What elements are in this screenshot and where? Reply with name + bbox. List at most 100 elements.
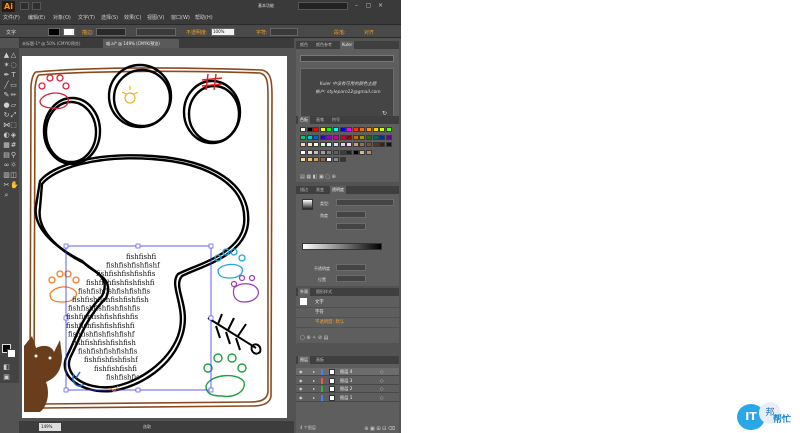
direct-selection-tool-icon[interactable]: △	[10, 52, 17, 59]
color-swatch[interactable]	[352, 127, 359, 132]
expand-triangle-icon[interactable]: ▸	[313, 377, 315, 385]
target-circle-icon[interactable]: ○	[380, 385, 384, 393]
arrange-documents-button[interactable]	[32, 2, 41, 10]
eyedropper-tool-icon[interactable]: ⚲	[10, 152, 17, 159]
gradient-tool-icon[interactable]: ▤	[3, 152, 10, 159]
color-swatch[interactable]	[352, 142, 359, 147]
zoom-tool-icon[interactable]: ⌕	[3, 192, 10, 199]
tab-swatches[interactable]: 色板	[298, 116, 310, 124]
rotate-tool-icon[interactable]: ↻	[3, 112, 10, 119]
angle-field[interactable]	[336, 211, 366, 218]
tab-layers[interactable]: 图层	[298, 356, 310, 364]
drawing-mode-icon[interactable]: ◧	[3, 364, 10, 371]
aspect-ratio-field[interactable]	[336, 223, 366, 230]
color-swatch[interactable]	[346, 149, 353, 155]
menu-file[interactable]: 文件(F)	[3, 14, 20, 21]
workspace-switcher[interactable]: 基本功能	[258, 2, 294, 10]
opacity-label[interactable]: 不透明度:	[186, 29, 208, 36]
target-circle-icon[interactable]: ○	[380, 377, 384, 385]
tab-transparency[interactable]: 透明度	[330, 186, 346, 194]
pencil-tool-icon[interactable]: ✏	[10, 92, 17, 99]
color-swatch[interactable]	[313, 127, 320, 132]
color-swatch[interactable]	[313, 149, 320, 155]
width-tool-icon[interactable]: ⋈	[3, 122, 10, 129]
color-swatch[interactable]	[326, 127, 333, 132]
stroke-label[interactable]: 描边:	[82, 29, 94, 36]
color-swatch[interactable]	[300, 149, 306, 155]
tab-artboards[interactable]: 画板	[314, 356, 326, 364]
menu-help[interactable]: 帮助(H)	[195, 14, 213, 21]
color-swatch[interactable]	[333, 157, 339, 162]
tab-kuler[interactable]: Kuler	[340, 41, 355, 49]
perspective-grid-tool-icon[interactable]: ▦	[3, 142, 10, 149]
color-swatch[interactable]	[366, 127, 372, 132]
color-swatch[interactable]	[306, 127, 313, 132]
character-label[interactable]: 字符:	[256, 29, 268, 36]
color-swatch[interactable]	[379, 127, 386, 132]
color-swatch[interactable]	[379, 142, 386, 147]
stroke-weight-field[interactable]	[96, 28, 126, 36]
color-swatch[interactable]	[379, 134, 386, 140]
gradient-slider[interactable]	[302, 243, 382, 250]
color-swatch[interactable]	[319, 142, 326, 147]
menu-edit[interactable]: 编辑(E)	[28, 14, 45, 21]
visibility-eye-icon[interactable]: ◉	[299, 377, 303, 385]
line-tool-icon[interactable]: ╱	[3, 82, 10, 89]
color-swatch[interactable]	[366, 149, 372, 155]
target-circle-icon[interactable]: ○	[380, 368, 384, 376]
selection-tool-icon[interactable]: ▲	[3, 52, 10, 59]
appearance-row-character[interactable]: 字符	[296, 308, 399, 318]
tab-untitled-1[interactable]: 未标题-1* @ 50% (CMYK/预览)	[19, 39, 101, 48]
color-swatch[interactable]	[300, 142, 306, 147]
gradient-type-dropdown[interactable]	[336, 199, 394, 206]
pen-tool-icon[interactable]: ✒	[3, 72, 10, 79]
gradient-preview[interactable]	[302, 199, 313, 210]
layer-footer-icons[interactable]: ⊕ ▣ ⊞ ⊟ ⌫	[364, 426, 395, 432]
lasso-tool-icon[interactable]: ◌	[10, 62, 17, 69]
column-graph-tool-icon[interactable]: ▥	[3, 172, 10, 179]
color-swatch[interactable]	[306, 134, 313, 140]
paintbrush-tool-icon[interactable]: ✎	[3, 92, 10, 99]
paragraph-label[interactable]: 段落:	[334, 29, 346, 36]
search-input[interactable]	[298, 2, 348, 10]
appearance-row-type[interactable]: 文字	[296, 298, 399, 308]
symbol-sprayer-tool-icon[interactable]: ☼	[10, 162, 17, 169]
color-swatch[interactable]	[319, 127, 326, 132]
color-swatch[interactable]	[306, 149, 313, 155]
color-swatch[interactable]	[359, 134, 366, 140]
color-swatch[interactable]	[326, 149, 333, 155]
menu-window[interactable]: 窗口(W)	[171, 14, 190, 21]
color-swatch[interactable]	[359, 127, 366, 132]
color-swatch[interactable]	[319, 149, 326, 155]
menu-effect[interactable]: 效果(C)	[124, 14, 141, 21]
tab-stroke[interactable]: 描边	[298, 186, 310, 194]
canvas-area[interactable]: fishfishfi fishfishfishfishf fishfishfishf…	[19, 48, 294, 421]
swatch-library-icon[interactable]: ▤ ▦ ◧ ▣ ▢ ⊕	[300, 174, 336, 180]
color-swatch[interactable]	[333, 149, 339, 155]
blob-brush-tool-icon[interactable]: ●	[3, 102, 10, 109]
color-swatch[interactable]	[313, 134, 320, 140]
tab-appearance[interactable]: 外观	[298, 288, 310, 296]
variable-width-profile[interactable]	[136, 28, 176, 36]
layer-name[interactable]: 图层 4	[340, 368, 352, 376]
menu-type[interactable]: 文字(T)	[78, 14, 95, 21]
color-swatch[interactable]	[385, 134, 392, 140]
expand-triangle-icon[interactable]: ▸	[313, 394, 315, 402]
zoom-field[interactable]: 149%	[39, 423, 61, 431]
color-swatch[interactable]	[326, 157, 333, 162]
color-swatch[interactable]	[372, 127, 379, 132]
type-tool-icon[interactable]: T	[10, 72, 17, 79]
minimize-icon[interactable]: –	[352, 2, 361, 10]
color-swatch[interactable]	[346, 134, 353, 140]
color-swatch[interactable]	[339, 142, 346, 147]
mesh-tool-icon[interactable]: #	[10, 142, 17, 149]
layer-row[interactable]: ◉ ▸ 图层 3 ○	[296, 377, 399, 385]
tab-brushes[interactable]: 画笔	[314, 116, 326, 124]
color-swatch[interactable]	[372, 134, 379, 140]
tab-meow-ai[interactable]: 喵.ai* @ 149% (CMYK/预览)	[103, 39, 179, 48]
fill-color-picker[interactable]	[48, 28, 60, 36]
color-swatch[interactable]	[326, 142, 333, 147]
layer-row[interactable]: ◉ ▸ 图层 4 ○	[296, 368, 399, 376]
expand-triangle-icon[interactable]: ▸	[313, 368, 315, 376]
kuler-theme-dropdown[interactable]	[300, 55, 394, 62]
